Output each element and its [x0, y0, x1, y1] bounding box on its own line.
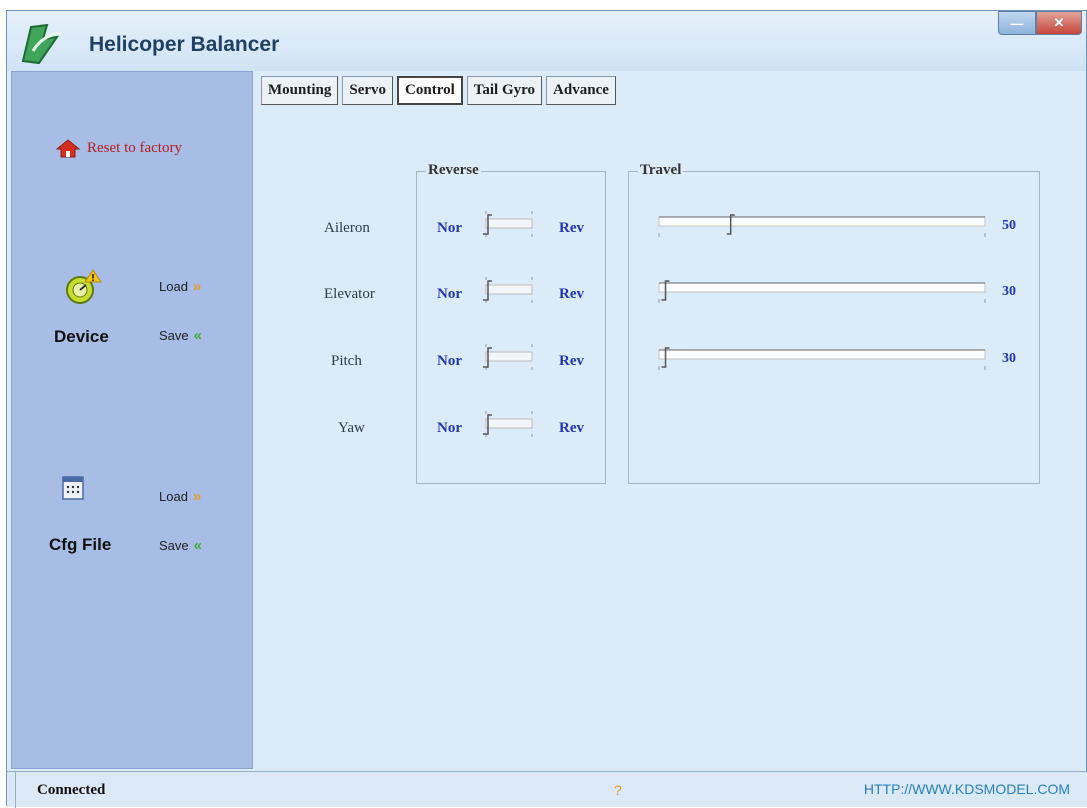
- website-link[interactable]: HTTP://WWW.KDSMODEL.COM: [864, 781, 1070, 797]
- title-bar: Helicoper Balancer — ✕: [7, 11, 1086, 71]
- reverse-rev-label: Rev: [559, 353, 584, 369]
- device-load-button[interactable]: Load »: [159, 278, 201, 295]
- tab-bar: Mounting Servo Control Tail Gyro Advance: [261, 76, 620, 105]
- app-logo-icon: [21, 23, 62, 65]
- channel-label-pitch: Pitch: [331, 353, 362, 369]
- app-window: Helicoper Balancer — ✕ Reset to factory …: [6, 10, 1087, 808]
- cfg-save-button[interactable]: Save «: [159, 537, 202, 554]
- reverse-nor-label: Nor: [437, 420, 462, 436]
- device-load-label: Load: [159, 279, 188, 294]
- pitch-travel-value: 30: [1002, 351, 1016, 366]
- reverse-rev-label: Rev: [559, 286, 584, 302]
- travel-legend: Travel: [638, 162, 684, 179]
- load-arrow-icon: »: [192, 488, 202, 505]
- channel-label-elevator: Elevator: [324, 286, 375, 302]
- config-file-icon: [62, 476, 84, 500]
- window-title: Helicoper Balancer: [89, 33, 280, 56]
- tab-tail-gyro[interactable]: Tail Gyro: [466, 76, 543, 105]
- device-save-button[interactable]: Save «: [159, 327, 202, 344]
- minimize-button[interactable]: —: [998, 11, 1036, 35]
- window-controls: — ✕: [998, 11, 1082, 35]
- pitch-travel-slider[interactable]: [655, 342, 991, 372]
- reverse-legend: Reverse: [426, 162, 481, 179]
- save-arrow-icon: «: [193, 537, 202, 554]
- connection-status: Connected: [37, 782, 106, 798]
- help-button[interactable]: ?: [614, 782, 622, 798]
- pitch-reverse-switch[interactable]: [480, 342, 538, 372]
- reset-label: Reset to factory: [87, 139, 182, 156]
- channel-label-aileron: Aileron: [324, 220, 370, 236]
- device-icon: [66, 269, 102, 304]
- cfg-file-title: Cfg File: [49, 535, 112, 554]
- close-button[interactable]: ✕: [1036, 11, 1082, 35]
- cfg-save-label: Save: [159, 538, 189, 553]
- tab-servo[interactable]: Servo: [342, 76, 394, 105]
- reverse-rev-label: Rev: [559, 420, 584, 436]
- aileron-travel-value: 50: [1002, 218, 1016, 233]
- tab-advance[interactable]: Advance: [546, 76, 616, 105]
- aileron-reverse-switch[interactable]: [480, 209, 538, 239]
- load-arrow-icon: »: [192, 278, 202, 295]
- status-divider: [15, 772, 16, 808]
- elevator-travel-slider[interactable]: [655, 275, 991, 305]
- device-save-label: Save: [159, 328, 189, 343]
- reverse-rev-label: Rev: [559, 220, 584, 236]
- reverse-nor-label: Nor: [437, 286, 462, 302]
- aileron-travel-slider[interactable]: [655, 209, 991, 239]
- cfg-load-button[interactable]: Load »: [159, 488, 201, 505]
- home-icon: [55, 139, 81, 158]
- status-bar: Connected ? HTTP://WWW.KDSMODEL.COM: [7, 771, 1087, 808]
- channel-label-yaw: Yaw: [338, 420, 365, 436]
- elevator-travel-value: 30: [1002, 284, 1016, 299]
- tab-control[interactable]: Control: [397, 76, 463, 105]
- reverse-nor-label: Nor: [437, 220, 462, 236]
- save-arrow-icon: «: [193, 327, 202, 344]
- sidebar: Reset to factory Device Load » Save « Cf…: [11, 71, 253, 769]
- reset-to-factory-button[interactable]: Reset to factory: [55, 138, 182, 158]
- tab-mounting[interactable]: Mounting: [261, 76, 339, 105]
- cfg-load-label: Load: [159, 489, 188, 504]
- elevator-reverse-switch[interactable]: [480, 275, 538, 305]
- yaw-reverse-switch[interactable]: [480, 409, 538, 439]
- device-title: Device: [54, 327, 109, 346]
- reverse-nor-label: Nor: [437, 353, 462, 369]
